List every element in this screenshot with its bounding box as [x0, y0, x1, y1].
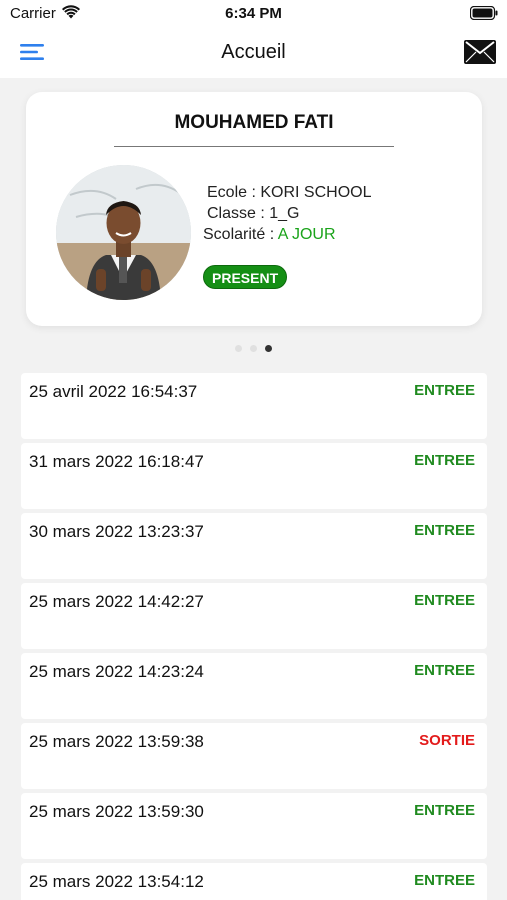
- student-name: MOUHAMED FATI: [174, 112, 334, 133]
- log-row[interactable]: 25 mars 2022 14:42:27 ENTREE: [21, 583, 487, 649]
- log-row[interactable]: 25 mars 2022 14:23:24 ENTREE: [21, 653, 487, 719]
- log-date: 31 mars 2022 16:18:47: [29, 452, 204, 471]
- log-date: 25 avril 2022 16:54:37: [29, 382, 198, 401]
- page-title: Accueil: [221, 41, 286, 63]
- pager-dot-active[interactable]: [265, 345, 272, 352]
- carousel-pager[interactable]: [0, 345, 507, 353]
- log-date: 25 mars 2022 13:59:38: [29, 732, 204, 751]
- status-bar: Carrier 6:34 PM: [0, 0, 507, 28]
- pager-dot[interactable]: [250, 345, 257, 352]
- log-status: SORTIE: [419, 732, 475, 749]
- log-date: 25 mars 2022 13:59:30: [29, 802, 204, 821]
- school-info: Ecole : KORI SCHOOL: [207, 184, 372, 201]
- log-date: 25 mars 2022 14:42:27: [29, 592, 204, 611]
- schooling-status: A JOUR: [277, 226, 336, 243]
- student-card[interactable]: MOUHAMED FATI Ecole : KORI SCHOOL Classe…: [26, 92, 482, 326]
- log-row[interactable]: 31 mars 2022 16:18:47 ENTREE: [21, 443, 487, 509]
- log-date: 30 mars 2022 13:23:37: [29, 522, 204, 541]
- schooling-info: Scolarité : A JOUR: [203, 226, 336, 244]
- clock-time: 6:34 PM: [225, 5, 282, 22]
- navigation-bar: Accueil: [0, 28, 507, 78]
- log-status: ENTREE: [414, 872, 475, 889]
- envelope-icon[interactable]: [464, 40, 496, 64]
- log-status: ENTREE: [414, 452, 475, 469]
- log-row[interactable]: 25 avril 2022 16:54:37 ENTREE: [21, 373, 487, 439]
- log-status: ENTREE: [414, 802, 475, 819]
- schooling-label: Scolarité :: [203, 226, 278, 243]
- presence-badge: PRESENT: [203, 265, 288, 289]
- student-avatar: [56, 165, 191, 300]
- student-photo: [56, 165, 191, 300]
- name-divider: [114, 146, 394, 147]
- class-info: Classe : 1_G: [207, 205, 300, 222]
- log-date: 25 mars 2022 13:54:12: [29, 872, 204, 891]
- log-status: ENTREE: [414, 522, 475, 539]
- log-row[interactable]: 25 mars 2022 13:54:12 ENTREE: [21, 863, 487, 900]
- pager-dot[interactable]: [235, 345, 242, 352]
- log-status: ENTREE: [414, 662, 475, 679]
- log-date: 25 mars 2022 14:23:24: [29, 662, 204, 681]
- battery-icon: [470, 6, 498, 20]
- log-row[interactable]: 25 mars 2022 13:59:30 ENTREE: [21, 793, 487, 859]
- log-status: ENTREE: [414, 382, 475, 399]
- log-status: ENTREE: [414, 592, 475, 609]
- log-row[interactable]: 30 mars 2022 13:23:37 ENTREE: [21, 513, 487, 579]
- attendance-log-list: 25 avril 2022 16:54:37 ENTREE 31 mars 20…: [21, 373, 487, 900]
- log-row[interactable]: 25 mars 2022 13:59:38 SORTIE: [21, 723, 487, 789]
